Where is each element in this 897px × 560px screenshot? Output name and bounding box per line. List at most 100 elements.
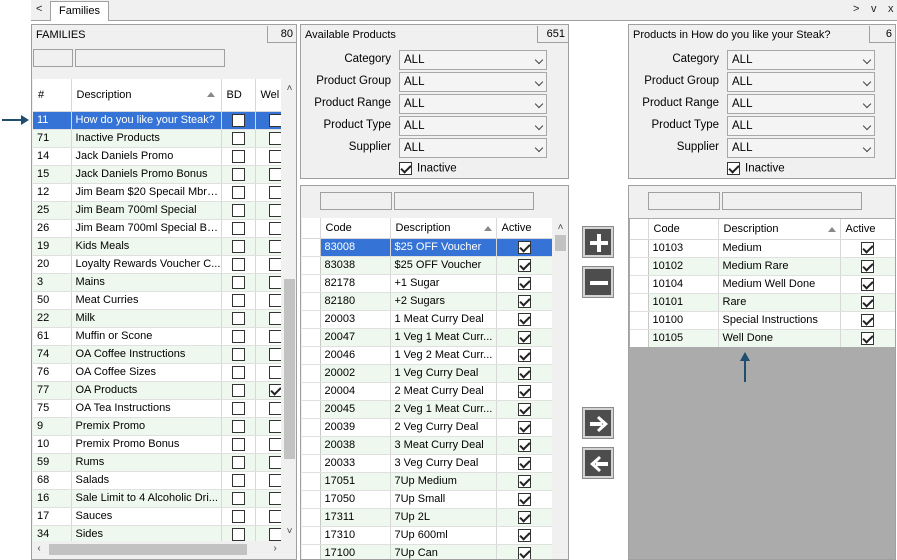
- row-header[interactable]: [302, 418, 321, 437]
- table-row[interactable]: 3 Mains: [33, 273, 281, 292]
- bd-checkbox[interactable]: [231, 221, 245, 235]
- bd-checkbox[interactable]: [231, 293, 245, 307]
- product-range-dropdown[interactable]: ALL: [727, 94, 875, 114]
- row-header[interactable]: [302, 400, 321, 419]
- bd-checkbox[interactable]: [231, 365, 245, 379]
- table-row[interactable]: 75 OA Tea Instructions: [33, 399, 281, 418]
- row-header[interactable]: [302, 328, 321, 347]
- row-header[interactable]: [630, 311, 649, 330]
- table-row[interactable]: 20003 1 Meat Curry Deal: [302, 310, 552, 329]
- table-row[interactable]: 10101 Rare: [630, 293, 895, 312]
- active-checkbox[interactable]: [517, 258, 531, 272]
- bd-checkbox[interactable]: [231, 347, 245, 361]
- row-header[interactable]: [302, 256, 321, 275]
- table-row[interactable]: 17311 7Up 2L: [302, 508, 552, 527]
- table-row[interactable]: 10104 Medium Well Done: [630, 275, 895, 294]
- supplier-dropdown[interactable]: ALL: [399, 138, 547, 158]
- row-header[interactable]: [630, 275, 649, 294]
- column-header-description[interactable]: Description: [718, 219, 841, 240]
- row-header[interactable]: [302, 508, 321, 527]
- table-row[interactable]: 10105 Well Done: [630, 329, 895, 347]
- tab-families[interactable]: Families: [50, 1, 109, 21]
- row-header[interactable]: [302, 382, 321, 401]
- row-header[interactable]: [302, 274, 321, 293]
- table-row[interactable]: 50 Meat Curries: [33, 291, 281, 310]
- assigned-description-filter[interactable]: [722, 192, 862, 210]
- row-header[interactable]: [630, 293, 649, 312]
- table-row[interactable]: 17 Sauces: [33, 507, 281, 526]
- bd-checkbox[interactable]: [231, 383, 245, 397]
- table-row[interactable]: 17051 7Up Medium: [302, 472, 552, 491]
- category-dropdown[interactable]: ALL: [727, 50, 875, 70]
- table-row[interactable]: 10 Premix Promo Bonus: [33, 435, 281, 454]
- table-row[interactable]: 83038 $25 OFF Voucher: [302, 256, 552, 275]
- table-row[interactable]: 16 Sale Limit to 4 Alcoholic Dri...: [33, 489, 281, 508]
- table-row[interactable]: 82178 +1 Sugar: [302, 274, 552, 293]
- active-checkbox[interactable]: [517, 366, 531, 380]
- active-checkbox[interactable]: [517, 438, 531, 452]
- families-horizontal-scrollbar[interactable]: ‹ ›: [33, 541, 281, 558]
- table-row[interactable]: 71 Inactive Products: [33, 129, 281, 148]
- move-left-button[interactable]: [582, 447, 614, 479]
- wel-checkbox[interactable]: [269, 437, 281, 451]
- bd-checkbox[interactable]: [231, 401, 245, 415]
- product-range-dropdown[interactable]: ALL: [399, 94, 547, 114]
- table-row[interactable]: 10103 Medium: [630, 239, 895, 258]
- table-row[interactable]: 10102 Medium Rare: [630, 257, 895, 276]
- wel-checkbox[interactable]: [269, 221, 281, 235]
- table-row[interactable]: 34 Sides: [33, 525, 281, 541]
- scroll-right-icon[interactable]: ›: [269, 543, 281, 554]
- bd-checkbox[interactable]: [231, 509, 245, 523]
- table-row[interactable]: 20038 3 Meat Curry Deal: [302, 436, 552, 455]
- product-type-dropdown[interactable]: ALL: [727, 116, 875, 136]
- bd-checkbox[interactable]: [231, 203, 245, 217]
- table-row[interactable]: 22 Milk: [33, 309, 281, 328]
- bd-checkbox[interactable]: [231, 455, 245, 469]
- row-header[interactable]: [302, 490, 321, 509]
- tab-scroll-left-icon[interactable]: <: [36, 3, 42, 15]
- active-checkbox[interactable]: [861, 241, 874, 255]
- active-checkbox[interactable]: [517, 510, 531, 524]
- table-row[interactable]: 26 Jim Beam 700ml Special Bo...: [33, 219, 281, 238]
- active-checkbox[interactable]: [517, 546, 531, 559]
- wel-checkbox[interactable]: [269, 131, 281, 145]
- row-header[interactable]: [302, 238, 321, 257]
- scrollbar-thumb[interactable]: [284, 279, 295, 459]
- bd-checkbox[interactable]: [231, 311, 245, 325]
- active-checkbox[interactable]: [861, 259, 874, 273]
- table-row[interactable]: 61 Muffin or Scone: [33, 327, 281, 346]
- move-right-button[interactable]: [582, 407, 614, 439]
- column-header-code[interactable]: Code: [320, 218, 391, 239]
- table-row[interactable]: 82180 +2 Sugars: [302, 292, 552, 311]
- wel-checkbox[interactable]: [269, 293, 281, 307]
- active-checkbox[interactable]: [517, 312, 531, 326]
- row-header[interactable]: [302, 364, 321, 383]
- table-row[interactable]: 20 Loyalty Rewards Voucher C...: [33, 255, 281, 274]
- product-type-dropdown[interactable]: ALL: [399, 116, 547, 136]
- scroll-up-icon[interactable]: ˄: [281, 83, 296, 94]
- table-row[interactable]: 17310 7Up 600ml: [302, 526, 552, 545]
- row-header[interactable]: [302, 544, 321, 559]
- table-row[interactable]: 20002 1 Veg Curry Deal: [302, 364, 552, 383]
- table-row[interactable]: 15 Jack Daniels Promo Bonus: [33, 165, 281, 184]
- supplier-dropdown[interactable]: ALL: [727, 138, 875, 158]
- active-checkbox[interactable]: [517, 420, 531, 434]
- row-header[interactable]: [302, 454, 321, 473]
- row-header[interactable]: [630, 239, 649, 258]
- active-checkbox[interactable]: [517, 330, 531, 344]
- table-row[interactable]: 83008 $25 OFF Voucher: [302, 238, 552, 257]
- table-row[interactable]: 11 How do you like your Steak?: [33, 111, 281, 130]
- scroll-up-icon[interactable]: ˄: [552, 222, 568, 233]
- available-inactive-toggle[interactable]: Inactive: [399, 162, 457, 175]
- column-header-number[interactable]: #: [33, 79, 72, 112]
- bd-checkbox[interactable]: [231, 185, 245, 199]
- active-checkbox[interactable]: [517, 348, 531, 362]
- row-header[interactable]: [302, 526, 321, 545]
- bd-checkbox[interactable]: [231, 257, 245, 271]
- table-row[interactable]: 19 Kids Meals: [33, 237, 281, 256]
- wel-checkbox[interactable]: [269, 365, 281, 379]
- active-checkbox[interactable]: [861, 277, 874, 291]
- wel-checkbox[interactable]: [269, 113, 281, 127]
- column-header-active[interactable]: Active: [840, 219, 895, 240]
- row-header[interactable]: [302, 310, 321, 329]
